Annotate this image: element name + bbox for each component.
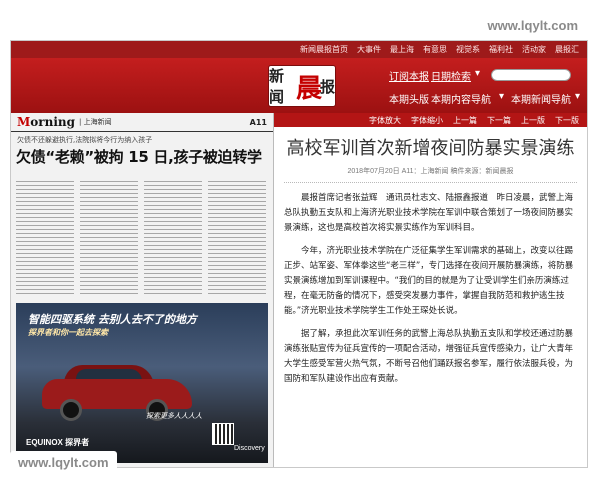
ad-partner-logo: Discovery — [234, 445, 265, 452]
qr-code-icon — [212, 423, 234, 445]
article-toolbar: 字体放大 字体缩小 上一篇 下一篇 上一版 下一版 — [274, 113, 587, 127]
masthead: 新闻 晨 报 订阅本报 日期检索 ▾ 本期头版 本期内容导航 ▾ 本期新闻导航 … — [11, 58, 587, 113]
ad-subline: 探界者和你一起去探索 — [28, 328, 108, 337]
next-article-button[interactable]: 下一篇 — [487, 115, 511, 126]
search-input[interactable] — [491, 69, 571, 81]
watermark-top: www.lqylt.com — [479, 14, 586, 37]
next-page-button[interactable]: 下一版 — [555, 115, 579, 126]
top-nav-item[interactable]: 福利社 — [489, 44, 513, 55]
this-edition-link[interactable]: 本期头版 — [389, 91, 429, 106]
ad-tagline: 探索更多人人人人 — [146, 412, 202, 420]
ad-headline: 智能四驱系统 去别人去不了的地方 — [28, 313, 197, 326]
top-nav-item[interactable]: 新闻晨报首页 — [300, 44, 348, 55]
news-nav-link[interactable]: 本期新闻导航 — [511, 91, 571, 106]
prev-page-button[interactable]: 上一版 — [521, 115, 545, 126]
top-nav-item[interactable]: 有意思 — [423, 44, 447, 55]
paper-subhead: 欠债不还躲避执行,法院拟将今行为纳入孩子 — [17, 136, 153, 144]
paper-page-number: A11 — [249, 117, 267, 127]
paper-column — [144, 179, 202, 297]
paper-logo: Morning — [17, 115, 76, 129]
paper-column — [16, 179, 74, 297]
paper-text-columns — [16, 179, 266, 297]
logo-part: 报 — [319, 77, 335, 96]
top-nav-item[interactable]: 晨报汇 — [555, 44, 579, 55]
watermark-bottom: www.lqylt.com — [10, 451, 117, 474]
paper-column — [208, 179, 266, 297]
font-larger-button[interactable]: 字体放大 — [369, 115, 401, 126]
site-logo[interactable]: 新闻 晨 报 — [269, 66, 335, 106]
subscribe-link[interactable]: 订阅本报 — [389, 68, 429, 83]
content-area: Morning | 上海新闻 A11 欠债不还躲避执行,法院拟将今行为纳入孩子 … — [11, 113, 587, 467]
top-nav-item[interactable]: 大事件 — [357, 44, 381, 55]
chevron-down-icon[interactable]: ▾ — [575, 91, 580, 102]
chevron-down-icon[interactable]: ▾ — [499, 91, 504, 102]
ad-brand: EQUINOX 探界者 — [26, 438, 90, 447]
contents-nav-link[interactable]: 本期内容导航 — [431, 91, 491, 106]
chevron-down-icon[interactable]: ▾ — [475, 68, 480, 79]
top-nav-item[interactable]: 视觉系 — [456, 44, 480, 55]
browser-page: 新闻晨报首页 大事件 最上海 有意思 视觉系 福利社 活动家 晨报汇 新闻 晨 … — [10, 40, 588, 468]
newspaper-page-image[interactable]: Morning | 上海新闻 A11 欠债不还躲避执行,法院拟将今行为纳入孩子 … — [11, 113, 274, 467]
paper-headline: 欠债“老赖”被拘 15 日,孩子被迫转学 — [16, 148, 262, 166]
top-nav-item[interactable]: 活动家 — [522, 44, 546, 55]
article-paragraph: 据了解，承担此次军训任务的武警上海总队执勤五支队和学校还通过防暴演练张贴宣传为征… — [284, 329, 574, 384]
prev-article-button[interactable]: 上一篇 — [453, 115, 477, 126]
article-panel: 字体放大 字体缩小 上一篇 下一篇 上一版 下一版 高校军训首次新增夜间防暴实景… — [274, 113, 587, 467]
logo-part: 新闻 — [269, 67, 285, 106]
car-image — [42, 363, 192, 421]
article-paragraph: 今年，济光职业技术学院在广泛征集学生军训需求的基础上，改变以往踢正步、站军姿、军… — [284, 246, 574, 316]
top-nav-item[interactable]: 最上海 — [390, 44, 414, 55]
article-paragraph: 晨报首席记者张益辉 通讯员杜志文、陆振鑫报道 昨日凌晨，武警上海总队执勤五支队和… — [284, 193, 574, 233]
article-title: 高校军训首次新增夜间防暴实景演练 — [286, 138, 575, 159]
car-advertisement: 智能四驱系统 去别人去不了的地方 探界者和你一起去探索 探索更多人人人人 EQU… — [16, 303, 268, 463]
date-search-link[interactable]: 日期检索 — [431, 68, 471, 83]
paper-column — [80, 179, 138, 297]
paper-edition: | 上海新闻 — [79, 118, 112, 126]
font-smaller-button[interactable]: 字体缩小 — [411, 115, 443, 126]
top-nav: 新闻晨报首页 大事件 最上海 有意思 视觉系 福利社 活动家 晨报汇 — [11, 41, 587, 58]
paper-header: Morning | 上海新闻 A11 — [11, 113, 273, 132]
article-meta: 2018年07月20日 A11：上海新闻 稿件来源：新闻晨报 — [347, 168, 514, 175]
logo-part: 晨 — [295, 73, 322, 104]
divider — [284, 182, 577, 183]
